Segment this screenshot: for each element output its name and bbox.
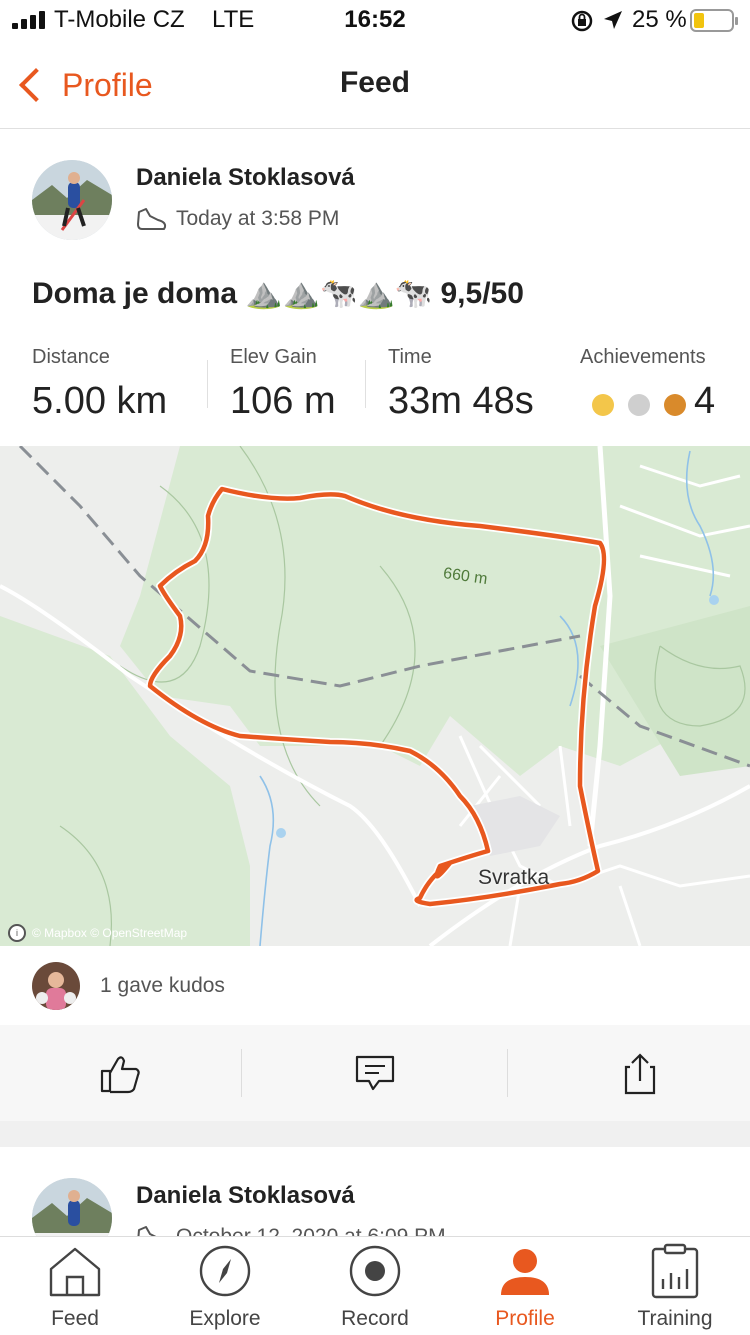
athlete-name[interactable]: Daniela Stoklasová	[136, 164, 355, 192]
feed-separator	[0, 1121, 750, 1147]
athlete-avatar[interactable]	[32, 160, 112, 240]
orientation-lock-icon	[571, 10, 593, 32]
training-icon	[651, 1243, 699, 1299]
stat-label-time: Time	[388, 346, 432, 368]
activity-actions	[0, 1025, 750, 1121]
comment-icon	[355, 1055, 395, 1091]
tab-bar: Feed Explore Record Profile Training	[0, 1236, 750, 1335]
thumbs-up-icon	[100, 1056, 140, 1094]
stat-divider	[207, 360, 208, 408]
stat-label-elev-gain: Elev Gain	[230, 346, 317, 368]
comment-button[interactable]	[255, 1025, 495, 1121]
tab-profile[interactable]: Profile	[450, 1237, 600, 1335]
stat-label-achievements: Achievements	[580, 346, 706, 368]
compass-icon	[199, 1245, 251, 1297]
stat-value-achievements: 4	[694, 380, 716, 422]
tab-training[interactable]: Training	[600, 1237, 750, 1335]
action-divider	[507, 1049, 508, 1097]
stat-value-time: 33m 48s	[388, 380, 534, 422]
stat-divider	[365, 360, 366, 408]
battery-icon	[690, 9, 738, 32]
kudos-count[interactable]: 1 gave kudos	[100, 974, 225, 998]
status-bar: T-Mobile CZ LTE 16:52 25 %	[0, 0, 750, 42]
navigation-bar: Profile Feed	[0, 42, 750, 129]
mapbox-logo-icon: i	[8, 924, 26, 942]
tab-label: Feed	[51, 1307, 99, 1330]
home-icon	[49, 1247, 101, 1297]
battery-percent: 25 %	[632, 6, 687, 33]
profile-icon	[501, 1249, 549, 1295]
tab-label: Profile	[495, 1307, 555, 1330]
activity-meta: Today at 3:58 PM	[136, 206, 339, 232]
tab-label: Explore	[189, 1307, 261, 1330]
location-arrow-icon	[604, 11, 622, 29]
page-title: Feed	[339, 66, 411, 99]
tab-explore[interactable]: Explore	[150, 1237, 300, 1335]
town-label: Svratka	[478, 866, 550, 889]
map-attribution[interactable]: i © Mapbox © OpenStreetMap	[8, 924, 187, 942]
record-icon	[349, 1245, 401, 1297]
gold-medal-icon	[592, 394, 614, 416]
action-divider	[241, 1049, 242, 1097]
kudos-avatar[interactable]	[32, 962, 80, 1010]
tab-label: Record	[341, 1307, 409, 1330]
activity-map[interactable]: 660 m Svratka	[0, 446, 750, 946]
athlete-name[interactable]: Daniela Stoklasová	[136, 1182, 355, 1210]
shoe-icon	[137, 208, 167, 230]
share-button[interactable]	[520, 1025, 750, 1121]
stat-value-distance: 5.00 km	[32, 380, 168, 422]
activity-timestamp: Today at 3:58 PM	[176, 207, 340, 230]
tab-feed[interactable]: Feed	[0, 1237, 150, 1335]
kudos-button[interactable]	[0, 1025, 240, 1121]
bronze-medal-icon	[664, 394, 686, 416]
stat-label-distance: Distance	[32, 346, 110, 368]
activity-title[interactable]: Doma je doma ⛰️⛰️🐄⛰️🐄 9,5/50	[32, 276, 524, 311]
tab-label: Training	[637, 1307, 713, 1330]
attribution-text: © Mapbox © OpenStreetMap	[32, 926, 188, 940]
share-icon	[624, 1053, 656, 1095]
silver-medal-icon	[628, 394, 650, 416]
tab-record[interactable]: Record	[300, 1237, 450, 1335]
stat-value-elev-gain: 106 m	[230, 380, 336, 422]
